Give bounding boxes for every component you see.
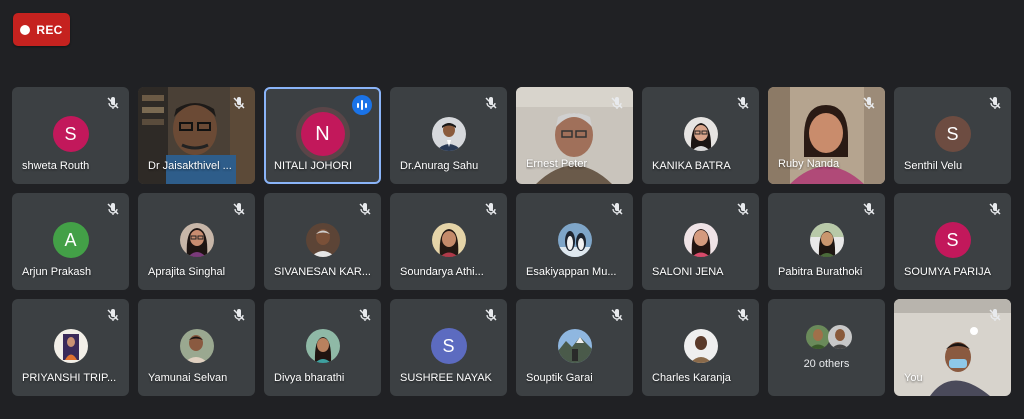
speaking-indicator-icon xyxy=(352,95,372,115)
mic-off-icon xyxy=(737,309,749,321)
avatar: S xyxy=(934,222,971,258)
avatar xyxy=(683,223,718,257)
participant-name: SALONI JENA xyxy=(652,266,724,278)
avatar: S xyxy=(934,116,971,152)
participant-name: PRIYANSHI TRIP... xyxy=(22,372,117,384)
participant-tile[interactable]: Divya bharathi xyxy=(264,299,381,396)
participant-tile[interactable]: Soundarya Athi... xyxy=(390,193,507,290)
avatar xyxy=(53,329,88,363)
participant-tile[interactable]: S SUSHREE NAYAK xyxy=(390,299,507,396)
participant-name: shweta Routh xyxy=(22,160,90,172)
participant-name: SUSHREE NAYAK xyxy=(400,372,492,384)
record-button[interactable]: REC xyxy=(13,13,70,46)
record-label: REC xyxy=(36,22,63,37)
avatar xyxy=(828,325,852,349)
others-count-label: 20 others xyxy=(803,358,850,370)
participant-name: SOUMYA PARIJA xyxy=(904,266,992,278)
participant-tile[interactable]: Aprajita Singhal xyxy=(138,193,255,290)
avatar xyxy=(557,223,592,257)
avatar xyxy=(683,329,718,363)
mic-off-icon xyxy=(989,97,1001,109)
mic-off-icon xyxy=(107,309,119,321)
others-tile[interactable]: 20 others xyxy=(768,299,885,396)
mic-off-icon xyxy=(485,309,497,321)
participant-tile[interactable]: S SOUMYA PARIJA xyxy=(894,193,1011,290)
avatar xyxy=(557,329,592,363)
participant-tile[interactable]: Esakiyappan Mu... xyxy=(516,193,633,290)
mic-off-icon xyxy=(863,97,875,109)
participant-name: SIVANESAN KAR... xyxy=(274,266,371,278)
participant-name: Soundarya Athi... xyxy=(400,266,484,278)
others-group: 20 others xyxy=(768,299,885,396)
participant-name: Dr Jaisakthivel ... xyxy=(148,160,232,172)
mic-off-icon xyxy=(485,97,497,109)
participant-tile-active-speaker[interactable]: N NITALI JOHORI xyxy=(264,87,381,184)
mic-off-icon xyxy=(737,203,749,215)
participant-name: Esakiyappan Mu... xyxy=(526,266,617,278)
mic-off-icon xyxy=(485,203,497,215)
avatar xyxy=(179,329,214,363)
participant-tile[interactable]: Dr Jaisakthivel ... xyxy=(138,87,255,184)
participant-tile[interactable]: A Arjun Prakash xyxy=(12,193,129,290)
mic-off-icon xyxy=(989,203,1001,215)
avatar xyxy=(683,117,718,151)
avatar xyxy=(806,325,830,349)
mic-off-icon xyxy=(233,203,245,215)
self-view-tile[interactable]: You xyxy=(894,299,1011,396)
participant-name: Arjun Prakash xyxy=(22,266,92,278)
mic-off-icon xyxy=(863,203,875,215)
participant-tile[interactable]: Ernest Peter xyxy=(516,87,633,184)
participant-tile[interactable]: KANIKA BATRA xyxy=(642,87,759,184)
participant-name: Pabitra Burathoki xyxy=(778,266,863,278)
participant-name: Ruby Nanda xyxy=(778,158,840,170)
mic-off-icon xyxy=(611,203,623,215)
participant-name: Aprajita Singhal xyxy=(148,266,226,278)
participant-tile[interactable]: PRIYANSHI TRIP... xyxy=(12,299,129,396)
avatar xyxy=(431,117,466,151)
mic-off-icon xyxy=(989,309,1001,321)
avatar: S xyxy=(52,116,89,152)
avatar xyxy=(431,223,466,257)
participant-tile[interactable]: Ruby Nanda xyxy=(768,87,885,184)
mic-off-icon xyxy=(359,203,371,215)
avatar: N xyxy=(300,112,345,156)
mic-off-icon xyxy=(233,309,245,321)
avatar xyxy=(179,223,214,257)
participant-name: Divya bharathi xyxy=(274,372,345,384)
avatar xyxy=(809,223,844,257)
participant-name: Charles Karanja xyxy=(652,372,731,384)
participant-tile[interactable]: S Senthil Velu xyxy=(894,87,1011,184)
mic-off-icon xyxy=(107,203,119,215)
mic-off-icon xyxy=(359,309,371,321)
participant-name: Yamunai Selvan xyxy=(148,372,228,384)
participant-name: Ernest Peter xyxy=(526,158,588,170)
participant-tile[interactable]: Dr.Anurag Sahu xyxy=(390,87,507,184)
mic-off-icon xyxy=(611,97,623,109)
avatar: S xyxy=(430,328,467,364)
mic-off-icon xyxy=(611,309,623,321)
participant-name: Dr.Anurag Sahu xyxy=(400,160,479,172)
participant-tile[interactable]: SALONI JENA xyxy=(642,193,759,290)
avatar xyxy=(305,329,340,363)
avatar: A xyxy=(52,222,89,258)
participant-grid: S shweta Routh Dr Jaisakthivel ... N NIT… xyxy=(12,87,1011,396)
participant-tile[interactable]: Charles Karanja xyxy=(642,299,759,396)
participant-name: Souptik Garai xyxy=(526,372,593,384)
participant-name: Senthil Velu xyxy=(904,160,963,172)
participant-tile[interactable]: Souptik Garai xyxy=(516,299,633,396)
participant-name: KANIKA BATRA xyxy=(652,160,731,172)
participant-tile[interactable]: Pabitra Burathoki xyxy=(768,193,885,290)
others-avatars xyxy=(806,325,852,349)
participant-name: NITALI JOHORI xyxy=(274,160,353,172)
mic-off-icon xyxy=(107,97,119,109)
participant-tile[interactable]: S shweta Routh xyxy=(12,87,129,184)
participant-tile[interactable]: Yamunai Selvan xyxy=(138,299,255,396)
mic-off-icon xyxy=(737,97,749,109)
mic-off-icon xyxy=(233,97,245,109)
record-icon xyxy=(20,24,31,35)
participant-tile[interactable]: SIVANESAN KAR... xyxy=(264,193,381,290)
avatar xyxy=(305,223,340,257)
participant-name: You xyxy=(904,372,923,384)
